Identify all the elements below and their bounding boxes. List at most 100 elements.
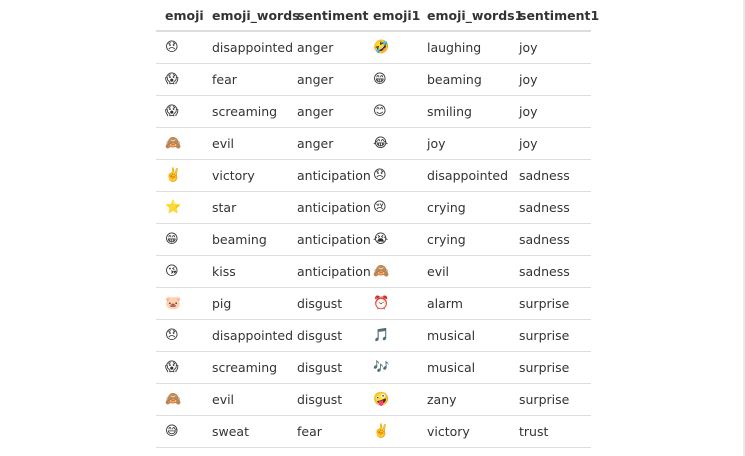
emoji1-cell: 😊 bbox=[364, 95, 418, 128]
emoji-words-cell: beaming bbox=[203, 223, 288, 256]
table-row: 😱 screaming anger 😊 smiling joy bbox=[156, 95, 591, 128]
emoji-words1-cell: laughing bbox=[418, 31, 510, 64]
emoji-cell: 🙈 bbox=[156, 383, 203, 416]
emoji-words1-cell: disappointed bbox=[418, 159, 510, 192]
sentiment1-cell: joy bbox=[510, 95, 591, 128]
sentiment-cell: anger bbox=[288, 95, 364, 128]
emoji-cell: 😅 bbox=[156, 415, 203, 448]
sentiment-cell: anticipation bbox=[288, 159, 371, 192]
emoji-words1-cell: victory bbox=[418, 415, 510, 448]
sentiment-cell: disgust bbox=[288, 319, 364, 352]
table-row: 😅 sweat fear ✌️ victory trust bbox=[156, 415, 591, 448]
sentiment-cell: anticipation bbox=[288, 191, 371, 224]
table-row: 😱 screaming disgust 🎶 musical surprise bbox=[156, 351, 591, 384]
sentiment1-cell: surprise bbox=[510, 383, 591, 416]
emoji-words1-cell: beaming bbox=[418, 63, 510, 96]
emoji-words1-cell: joy bbox=[418, 127, 510, 160]
column-header-emoji[interactable]: emoji bbox=[156, 0, 204, 32]
sentiment1-cell: joy bbox=[510, 31, 591, 64]
emoji-sentiment-table: emoji emoji_words sentiment emoji1 emoji… bbox=[156, 0, 599, 448]
emoji1-cell: 🙈 bbox=[364, 255, 418, 288]
sentiment-cell: anticipation bbox=[288, 255, 371, 288]
sentiment1-cell: sadness bbox=[510, 191, 591, 224]
table-row: 🙈 evil disgust 🤪 zany surprise bbox=[156, 383, 591, 416]
sentiment1-cell: sadness bbox=[510, 223, 591, 256]
sentiment1-cell: trust bbox=[510, 415, 591, 448]
column-header-sentiment1[interactable]: sentiment1 bbox=[510, 0, 599, 32]
table-body: 😞 disappointed anger 🤣 laughing joy 😱 fear anger… bbox=[156, 31, 591, 448]
emoji-words-cell: evil bbox=[203, 383, 288, 416]
table-row: 😘 kiss anticipation 🙈 evil sadness bbox=[156, 255, 591, 288]
column-header-emoji-words1[interactable]: emoji_words1 bbox=[418, 0, 523, 32]
emoji1-cell: ⏰ bbox=[364, 287, 418, 320]
emoji-words-cell: star bbox=[203, 191, 288, 224]
sentiment-cell: anticipation bbox=[288, 223, 371, 256]
emoji-words-cell: victory bbox=[203, 159, 288, 192]
emoji-cell: 😱 bbox=[156, 351, 203, 384]
emoji-words-cell: disappointed bbox=[203, 319, 293, 352]
emoji1-cell: 🤣 bbox=[364, 31, 418, 64]
emoji-cell: ⭐ bbox=[156, 191, 203, 224]
emoji-words1-cell: crying bbox=[418, 223, 510, 256]
column-header-emoji-words[interactable]: emoji_words bbox=[203, 0, 300, 32]
table-row: ⭐ star anticipation 😢 crying sadness bbox=[156, 191, 591, 224]
emoji-cell: 😱 bbox=[156, 63, 203, 96]
emoji-cell: 🐷 bbox=[156, 287, 203, 320]
sentiment-cell: disgust bbox=[288, 287, 364, 320]
table-row: 😁 beaming anticipation 😭 crying sadness bbox=[156, 223, 591, 256]
emoji-words-cell: evil bbox=[203, 127, 288, 160]
sentiment1-cell: surprise bbox=[510, 287, 591, 320]
emoji-cell: 🙈 bbox=[156, 127, 203, 160]
table-row: 🐷 pig disgust ⏰ alarm surprise bbox=[156, 287, 591, 320]
emoji1-cell: 😭 bbox=[364, 223, 418, 256]
emoji1-cell: 🎶 bbox=[364, 351, 418, 384]
sentiment-cell: anger bbox=[288, 63, 364, 96]
column-header-emoji1[interactable]: emoji1 bbox=[364, 0, 420, 32]
emoji-words-cell: screaming bbox=[203, 351, 288, 384]
emoji-words-cell: screaming bbox=[203, 95, 288, 128]
sentiment1-cell: sadness bbox=[510, 159, 591, 192]
emoji-cell: 😞 bbox=[156, 319, 203, 352]
emoji-cell: ✌️ bbox=[156, 159, 203, 192]
emoji-cell: 😱 bbox=[156, 95, 203, 128]
table-row: 😞 disappointed disgust 🎵 musical surprise bbox=[156, 319, 591, 352]
emoji-words1-cell: musical bbox=[418, 319, 510, 352]
emoji1-cell: 🤪 bbox=[364, 383, 418, 416]
emoji1-cell: 😢 bbox=[364, 191, 418, 224]
sentiment1-cell: sadness bbox=[510, 255, 591, 288]
emoji-words1-cell: crying bbox=[418, 191, 510, 224]
emoji-words-cell: kiss bbox=[203, 255, 288, 288]
emoji1-cell: ✌️ bbox=[364, 415, 418, 448]
emoji-words1-cell: musical bbox=[418, 351, 510, 384]
emoji1-cell: 😁 bbox=[364, 63, 418, 96]
sentiment-cell: anger bbox=[288, 127, 364, 160]
emoji-words1-cell: alarm bbox=[418, 287, 510, 320]
emoji-words1-cell: zany bbox=[418, 383, 510, 416]
data-table-container: emoji emoji_words sentiment emoji1 emoji… bbox=[156, 0, 599, 448]
emoji-words-cell: sweat bbox=[203, 415, 288, 448]
sentiment-cell: anger bbox=[288, 31, 364, 64]
sentiment-cell: fear bbox=[288, 415, 364, 448]
emoji-words1-cell: smiling bbox=[418, 95, 510, 128]
table-header-row: emoji emoji_words sentiment emoji1 emoji… bbox=[156, 0, 599, 32]
emoji1-cell: 🎵 bbox=[364, 319, 418, 352]
emoji-cell: 😘 bbox=[156, 255, 203, 288]
sentiment1-cell: joy bbox=[510, 127, 591, 160]
sentiment1-cell: surprise bbox=[510, 351, 591, 384]
emoji-words-cell: fear bbox=[203, 63, 288, 96]
emoji-words-cell: disappointed bbox=[203, 31, 293, 64]
table-row: 😞 disappointed anger 🤣 laughing joy bbox=[156, 31, 591, 64]
column-header-sentiment[interactable]: sentiment bbox=[288, 0, 368, 32]
sentiment-cell: disgust bbox=[288, 383, 364, 416]
sentiment1-cell: surprise bbox=[510, 319, 591, 352]
emoji1-cell: 😞 bbox=[364, 159, 418, 192]
table-row: ✌️ victory anticipation 😞 disappointed sadnes… bbox=[156, 159, 591, 192]
table-row: 😱 fear anger 😁 beaming joy bbox=[156, 63, 591, 96]
table-row: 🙈 evil anger 😂 joy joy bbox=[156, 127, 591, 160]
emoji-words-cell: pig bbox=[203, 287, 288, 320]
emoji1-cell: 😂 bbox=[364, 127, 418, 160]
emoji-cell: 😞 bbox=[156, 31, 203, 64]
emoji-cell: 😁 bbox=[156, 223, 203, 256]
emoji-words1-cell: evil bbox=[418, 255, 510, 288]
sentiment-cell: disgust bbox=[288, 351, 364, 384]
